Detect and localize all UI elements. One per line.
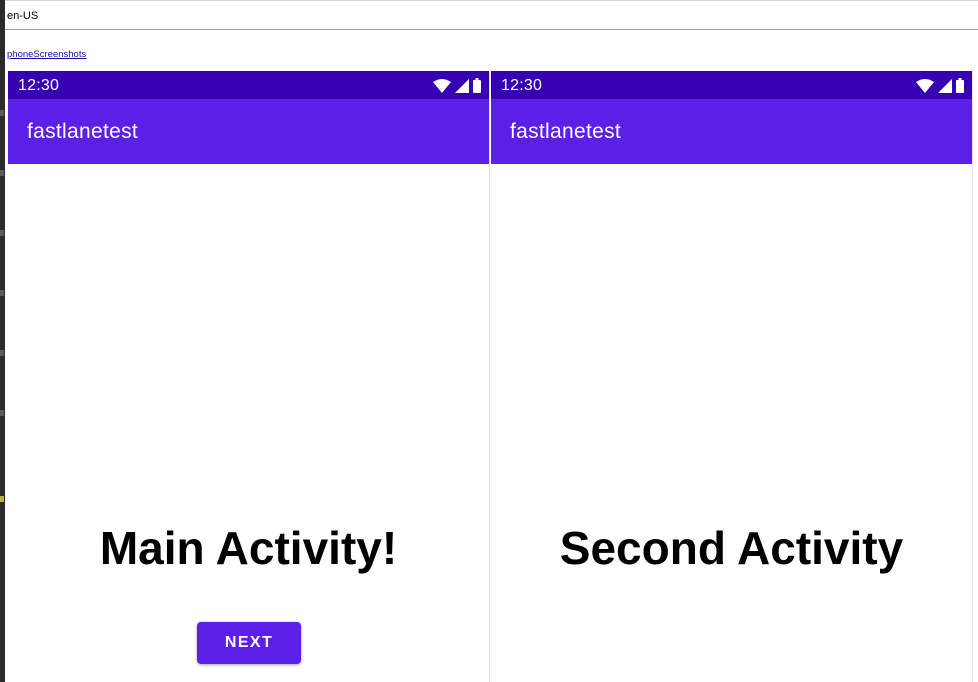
screenshot-second-activity: 12:30 fastlanetest Second Activity bbox=[491, 71, 973, 682]
background-glyph bbox=[0, 230, 4, 236]
background-glyph bbox=[0, 290, 4, 296]
phone-screenshots-link[interactable]: phoneScreenshots bbox=[7, 49, 86, 60]
app-bar: fastlanetest bbox=[491, 99, 972, 164]
signal-icon bbox=[938, 78, 952, 93]
app-title: fastlanetest bbox=[27, 120, 138, 143]
background-glyph bbox=[0, 350, 4, 356]
status-time: 12:30 bbox=[501, 77, 543, 94]
background-glyph bbox=[0, 170, 4, 176]
activity-title: Second Activity bbox=[559, 522, 904, 574]
next-button[interactable]: NEXT bbox=[197, 622, 301, 664]
status-time: 12:30 bbox=[18, 77, 60, 94]
status-bar: 12:30 bbox=[491, 71, 972, 99]
background-glyph bbox=[0, 110, 4, 116]
locale-label: en-US bbox=[7, 10, 39, 22]
battery-icon bbox=[956, 78, 964, 93]
status-icons bbox=[433, 78, 481, 93]
background-glyph bbox=[0, 496, 4, 502]
status-icons bbox=[916, 78, 964, 93]
background-glyph bbox=[0, 410, 4, 416]
signal-icon bbox=[455, 78, 469, 93]
battery-icon bbox=[473, 78, 481, 93]
wifi-icon bbox=[916, 78, 934, 93]
app-bar: fastlanetest bbox=[8, 99, 489, 164]
status-bar: 12:30 bbox=[8, 71, 489, 99]
activity-title: Main Activity! bbox=[99, 522, 398, 574]
screenshots-page: en-US phoneScreenshots 12:30 fastlanetes… bbox=[5, 0, 978, 682]
screenshot-main-activity: 12:30 fastlanetest Main Activity! NEXT bbox=[8, 71, 490, 682]
locale-header: en-US bbox=[5, 1, 978, 30]
app-title: fastlanetest bbox=[510, 120, 621, 143]
wifi-icon bbox=[433, 78, 451, 93]
